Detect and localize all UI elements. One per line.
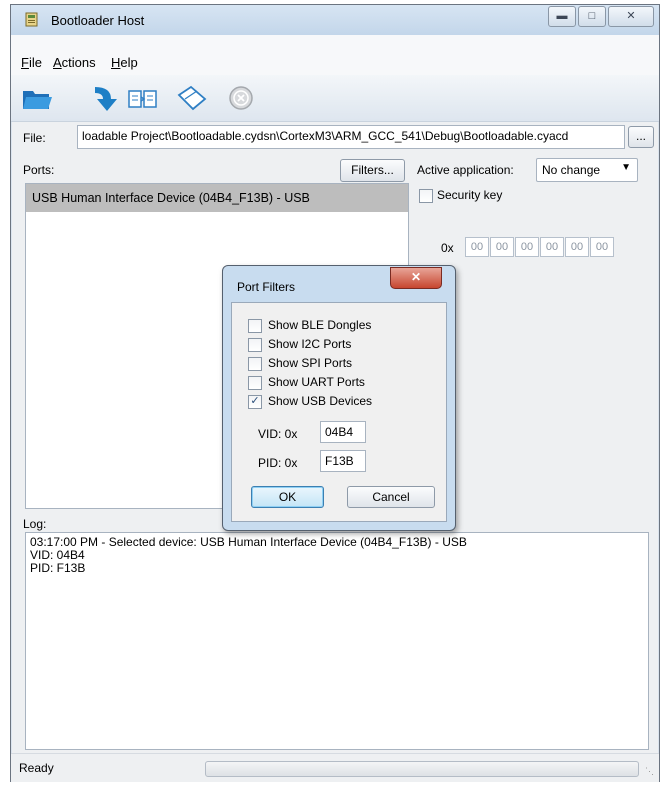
pid-value: F13B	[325, 454, 354, 468]
minimize-icon: ▬	[556, 10, 568, 22]
resize-grip-icon[interactable]: ⋱	[645, 766, 654, 777]
filter-i2c-label: Show I2C Ports	[268, 337, 352, 351]
security-key-checkbox[interactable]	[419, 189, 433, 203]
menu-file[interactable]: File	[21, 55, 42, 70]
ports-label: Ports:	[23, 163, 55, 177]
filter-ble-label: Show BLE Dongles	[268, 318, 372, 332]
file-label: File:	[23, 131, 46, 145]
menu-actions[interactable]: Actions	[53, 55, 96, 70]
filter-usb-label: Show USB Devices	[268, 394, 373, 408]
maximize-button[interactable]: □	[578, 6, 606, 27]
filter-spi-label: Show SPI Ports	[268, 356, 353, 370]
toolbar	[11, 75, 659, 122]
filter-uart-label: Show UART Ports	[268, 375, 365, 389]
close-icon: ✕	[626, 10, 636, 22]
maximize-icon: □	[588, 10, 596, 22]
app-icon	[25, 12, 38, 27]
verify-icon[interactable]	[127, 83, 159, 113]
status-bar: Ready ⋱	[11, 753, 659, 782]
window-title: Bootloader Host	[51, 13, 145, 28]
title-bar[interactable]: Bootloader Host ▬ □ ✕	[11, 5, 659, 35]
security-key-byte[interactable]: 00	[465, 237, 489, 257]
log-line: VID: 04B4	[30, 548, 85, 562]
erase-icon[interactable]	[175, 83, 207, 113]
file-path-input[interactable]: loadable Project\Bootloadable.cydsn\Cort…	[77, 125, 625, 149]
browse-button[interactable]: ...	[628, 126, 654, 148]
minimize-button[interactable]: ▬	[548, 6, 576, 27]
active-application-select[interactable]: No change ▼	[536, 158, 638, 182]
security-key-byte[interactable]: 00	[540, 237, 564, 257]
vid-input[interactable]: 04B4	[320, 421, 366, 443]
abort-icon[interactable]	[225, 83, 257, 113]
status-text: Ready	[19, 761, 54, 775]
security-key-byte[interactable]: 00	[490, 237, 514, 257]
pid-input[interactable]: F13B	[320, 450, 366, 472]
active-application-value: No change	[542, 163, 601, 177]
port-filters-dialog: Port Filters ✕ Show BLE Dongles Show I2C…	[222, 265, 456, 531]
vid-label: VID: 0x	[258, 427, 298, 441]
security-key-prefix: 0x	[441, 241, 454, 255]
close-icon: ✕	[410, 270, 422, 284]
security-key-byte[interactable]: 00	[565, 237, 589, 257]
log-line: 03:17:00 PM - Selected device: USB Human…	[30, 535, 467, 549]
chevron-down-icon: ▼	[621, 162, 631, 173]
security-key-byte[interactable]: 00	[515, 237, 539, 257]
security-key-label: Security key	[437, 188, 503, 202]
dialog-title: Port Filters	[237, 280, 296, 294]
dialog-body: Show BLE Dongles Show I2C Ports Show SPI…	[231, 302, 447, 522]
ok-button[interactable]: OK	[251, 486, 324, 508]
active-application-label: Active application:	[417, 163, 514, 177]
security-key-byte[interactable]: 00	[590, 237, 614, 257]
dialog-close-button[interactable]: ✕	[390, 267, 442, 289]
filter-spi-checkbox[interactable]	[248, 357, 262, 371]
filter-i2c-checkbox[interactable]	[248, 338, 262, 352]
filter-usb-checkbox[interactable]: ✓	[248, 395, 262, 409]
cancel-button[interactable]: Cancel	[347, 486, 435, 508]
log-label: Log:	[23, 517, 47, 531]
open-folder-icon[interactable]	[21, 83, 53, 113]
file-path-text: loadable Project\Bootloadable.cydsn\Cort…	[82, 129, 569, 143]
vid-value: 04B4	[325, 425, 354, 439]
menu-bar: File Actions Help	[11, 35, 659, 75]
close-button[interactable]: ✕	[608, 6, 654, 27]
filters-button[interactable]: Filters...	[340, 159, 405, 182]
log-textbox[interactable]: 03:17:00 PM - Selected device: USB Human…	[25, 532, 649, 750]
log-line: PID: F13B	[30, 561, 86, 575]
pid-label: PID: 0x	[258, 456, 298, 470]
menu-help[interactable]: Help	[111, 55, 138, 70]
port-item[interactable]: USB Human Interface Device (04B4_F13B) -…	[26, 184, 408, 212]
progress-bar	[205, 761, 639, 777]
filter-uart-checkbox[interactable]	[248, 376, 262, 390]
program-arrow-icon[interactable]	[91, 83, 123, 113]
filter-ble-checkbox[interactable]	[248, 319, 262, 333]
